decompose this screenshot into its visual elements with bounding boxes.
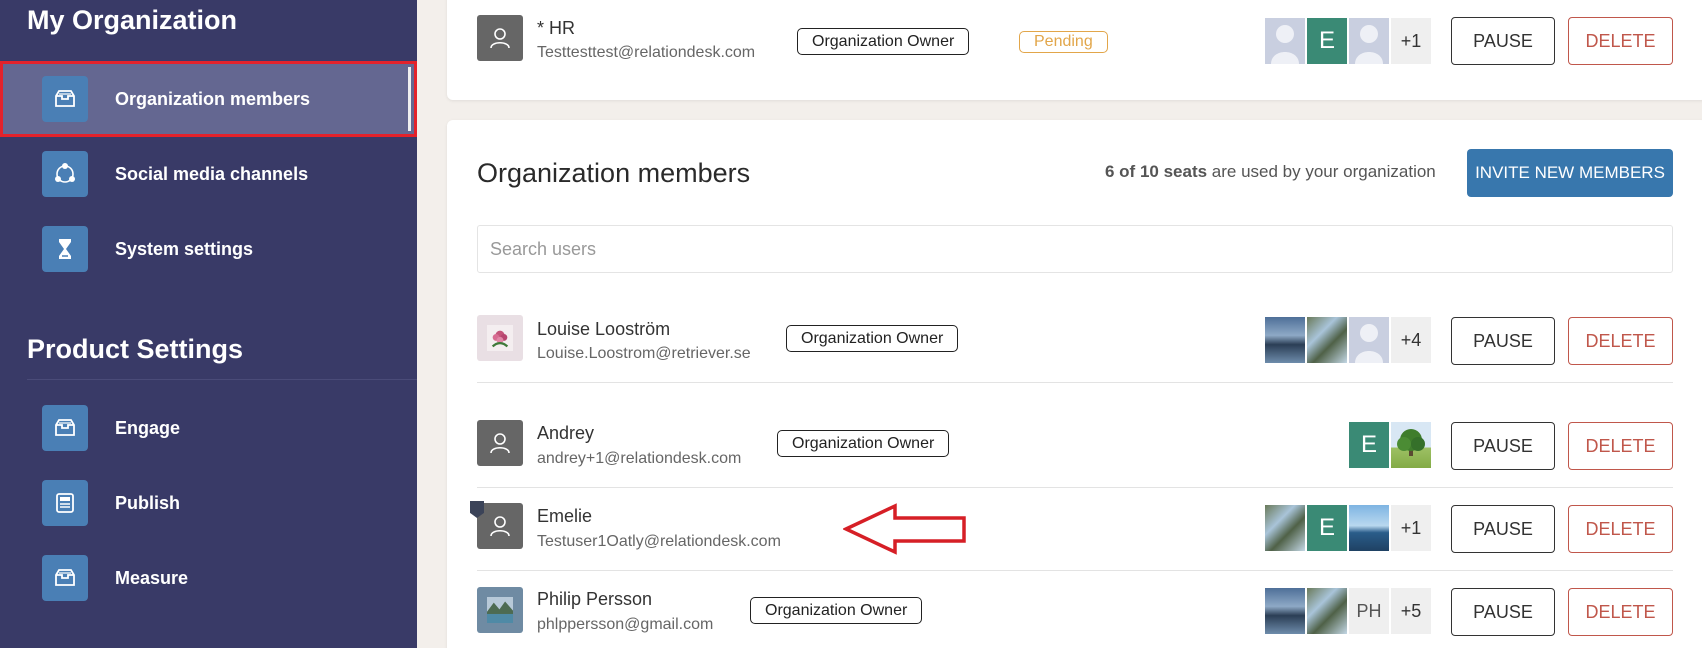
organization-members-card: Organization members 6 of 10 seats are u… [447, 120, 1702, 648]
inbox-icon [42, 555, 88, 601]
pause-button[interactable]: PAUSE [1451, 317, 1555, 365]
channel-avatar-e: E [1307, 505, 1347, 551]
hourglass-icon [42, 226, 88, 272]
pending-members-card: * HR Testtesttest@relationdesk.com Organ… [447, 0, 1702, 100]
member-email: Testuser1Oatly@relationdesk.com [537, 533, 781, 550]
page-title: Organization members [477, 158, 751, 188]
delete-button[interactable]: DELETE [1568, 17, 1673, 65]
member-name: Philip Persson [537, 589, 653, 609]
member-email: Testtesttest@relationdesk.com [537, 44, 756, 61]
more-channels-count: +5 [1391, 588, 1431, 634]
sidebar-item-label: Social media channels [115, 163, 309, 184]
delete-button[interactable]: DELETE [1568, 505, 1673, 553]
role-badge: Organization Owner [797, 28, 970, 55]
channel-ghost-avatar-icon [1349, 18, 1389, 64]
channel-tree-photo [1391, 422, 1431, 468]
document-icon [42, 480, 88, 526]
inbox-icon [42, 76, 88, 122]
channel-ghost-avatar-icon [1265, 18, 1305, 64]
channel-lake-photo [1265, 588, 1305, 634]
more-channels-count: +1 [1391, 18, 1431, 64]
sidebar-item-organization-members[interactable]: Organization members [0, 61, 417, 137]
channel-flower-photo [1265, 505, 1305, 551]
row-divider [477, 487, 1673, 488]
pause-button[interactable]: PAUSE [1451, 17, 1555, 65]
channel-lake-photo [1265, 317, 1305, 363]
role-badge: Organization Owner [750, 597, 923, 624]
sidebar-item-label: Engage [115, 417, 181, 438]
member-email: Louise.Loostrom@retriever.se [537, 345, 751, 362]
member-email: andrey+1@relationdesk.com [537, 450, 742, 467]
sidebar-item-measure[interactable]: Measure [0, 540, 417, 616]
mountain-lake-avatar-photo [477, 587, 523, 633]
channel-sea-photo [1349, 505, 1389, 551]
user-avatar-icon [477, 420, 523, 466]
pause-button[interactable]: PAUSE [1451, 422, 1555, 470]
share-nodes-icon [42, 151, 88, 197]
more-channels-count: +4 [1391, 317, 1431, 363]
pending-status-badge: Pending [1019, 31, 1108, 53]
row-divider [477, 382, 1673, 383]
sidebar: My Organization Organization members Soc… [0, 0, 417, 648]
channel-flower-photo [1307, 317, 1347, 363]
sidebar-item-social-media-channels[interactable]: Social media channels [0, 136, 417, 212]
channel-flower-photo [1307, 588, 1347, 634]
section-divider [27, 379, 417, 380]
seats-used-count: 6 of 10 seats [1105, 162, 1208, 181]
delete-button[interactable]: DELETE [1568, 588, 1673, 636]
user-avatar-icon [477, 15, 523, 61]
sidebar-item-engage[interactable]: Engage [0, 390, 417, 466]
inbox-icon [42, 405, 88, 451]
sidebar-item-label: Publish [115, 492, 181, 513]
channel-ghost-avatar-icon [1349, 317, 1389, 363]
sidebar-item-label: Measure [115, 567, 189, 588]
role-badge: Organization Owner [777, 430, 950, 457]
channel-avatar-ph: PH [1349, 588, 1389, 634]
sidebar-item-system-settings[interactable]: System settings [0, 211, 417, 287]
pause-button[interactable]: PAUSE [1451, 505, 1555, 553]
member-name: * HR [537, 18, 576, 38]
sidebar-item-label: Organization members [115, 88, 311, 109]
channel-avatar-e: E [1307, 18, 1347, 64]
more-channels-count: +1 [1391, 505, 1431, 551]
row-divider [477, 570, 1673, 571]
member-email: phlppersson@gmail.com [537, 616, 714, 633]
channel-avatar-e: E [1349, 422, 1389, 468]
annotation-arrow-icon [843, 503, 966, 555]
sidebar-item-publish[interactable]: Publish [0, 465, 417, 541]
member-name: Andrey [537, 423, 595, 443]
delete-button[interactable]: DELETE [1568, 317, 1673, 365]
member-name: Louise Looström [537, 319, 671, 339]
pause-button[interactable]: PAUSE [1451, 588, 1555, 636]
member-name: Emelie [537, 506, 593, 526]
my-organization-heading: My Organization [27, 5, 238, 35]
delete-button[interactable]: DELETE [1568, 422, 1673, 470]
product-settings-heading: Product Settings [27, 334, 244, 364]
invite-new-members-button[interactable]: INVITE NEW MEMBERS [1467, 149, 1673, 197]
sidebar-item-label: System settings [115, 238, 254, 259]
role-badge: Organization Owner [786, 325, 959, 352]
search-input[interactable] [477, 225, 1673, 273]
flower-avatar-photo [477, 315, 523, 361]
seats-suffix: are used by your organization [1207, 162, 1436, 181]
seats-usage-text: 6 of 10 seats are used by your organizat… [1105, 162, 1436, 182]
